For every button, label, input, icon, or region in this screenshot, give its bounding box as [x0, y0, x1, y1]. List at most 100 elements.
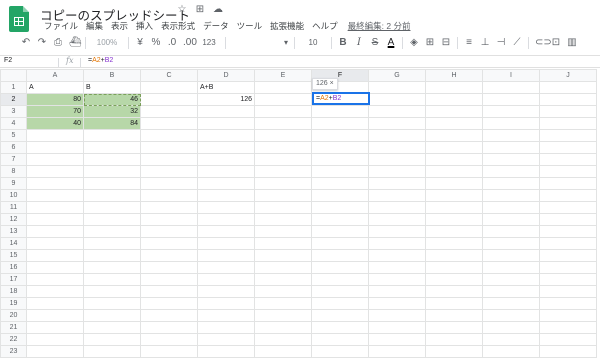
- cell-j12[interactable]: [539, 213, 597, 226]
- row-header[interactable]: 18: [0, 285, 27, 298]
- cell-d16[interactable]: [197, 261, 255, 274]
- cell-j18[interactable]: [539, 285, 597, 298]
- cell-i10[interactable]: [482, 189, 540, 202]
- cell-i8[interactable]: [482, 165, 540, 178]
- cell-a17[interactable]: [26, 273, 84, 286]
- cell-c2[interactable]: [140, 93, 198, 106]
- cell-f21[interactable]: [311, 321, 369, 334]
- cell-e17[interactable]: [254, 273, 312, 286]
- cell-g3[interactable]: [368, 105, 426, 118]
- cell-i1[interactable]: [482, 81, 540, 94]
- italic-button[interactable]: I: [351, 36, 367, 50]
- cell-d2[interactable]: 126: [197, 93, 255, 106]
- cell-c21[interactable]: [140, 321, 198, 334]
- cell-f9[interactable]: [311, 177, 369, 190]
- cell-a5[interactable]: [26, 129, 84, 142]
- cell-c5[interactable]: [140, 129, 198, 142]
- cell-g4[interactable]: [368, 117, 426, 130]
- cell-b8[interactable]: [83, 165, 141, 178]
- cell-c18[interactable]: [140, 285, 198, 298]
- cell-b23[interactable]: [83, 345, 141, 358]
- cell-e14[interactable]: [254, 237, 312, 250]
- cell-b11[interactable]: [83, 201, 141, 214]
- cell-f5[interactable]: [311, 129, 369, 142]
- cell-g18[interactable]: [368, 285, 426, 298]
- cell-i19[interactable]: [482, 297, 540, 310]
- cell-h5[interactable]: [425, 129, 483, 142]
- cell-b3[interactable]: 32: [83, 105, 141, 118]
- cell-b5[interactable]: [83, 129, 141, 142]
- cell-b21[interactable]: [83, 321, 141, 334]
- cell-d14[interactable]: [197, 237, 255, 250]
- cell-f3[interactable]: [311, 105, 369, 118]
- cell-i2[interactable]: [482, 93, 540, 106]
- cell-a9[interactable]: [26, 177, 84, 190]
- cell-a10[interactable]: [26, 189, 84, 202]
- cell-i5[interactable]: [482, 129, 540, 142]
- cell-b4[interactable]: 84: [83, 117, 141, 130]
- cell-d19[interactable]: [197, 297, 255, 310]
- cell-a6[interactable]: [26, 141, 84, 154]
- name-box[interactable]: F2: [4, 57, 44, 64]
- row-header[interactable]: 8: [0, 165, 27, 178]
- cell-b16[interactable]: [83, 261, 141, 274]
- last-edit-link[interactable]: 最終編集: 2 分前: [342, 20, 415, 32]
- percent-format-button[interactable]: %: [148, 36, 164, 50]
- formula-input[interactable]: =A2+B2: [88, 57, 113, 64]
- cell-j2[interactable]: [539, 93, 597, 106]
- cell-h18[interactable]: [425, 285, 483, 298]
- cell-b22[interactable]: [83, 333, 141, 346]
- cell-a20[interactable]: [26, 309, 84, 322]
- cell-e7[interactable]: [254, 153, 312, 166]
- cell-a4[interactable]: 40: [26, 117, 84, 130]
- select-all-corner[interactable]: [0, 69, 27, 82]
- borders-icon[interactable]: ⊞: [422, 36, 438, 50]
- menu-help[interactable]: ヘルプ: [308, 20, 342, 32]
- cell-e19[interactable]: [254, 297, 312, 310]
- cell-c4[interactable]: [140, 117, 198, 130]
- fill-color-icon[interactable]: ◈: [406, 36, 422, 50]
- cell-f8[interactable]: [311, 165, 369, 178]
- cell-g8[interactable]: [368, 165, 426, 178]
- row-header[interactable]: 4: [0, 117, 27, 130]
- cell-h13[interactable]: [425, 225, 483, 238]
- cell-g13[interactable]: [368, 225, 426, 238]
- cell-d1[interactable]: A+B: [197, 81, 255, 94]
- cell-b9[interactable]: [83, 177, 141, 190]
- cell-h9[interactable]: [425, 177, 483, 190]
- cell-d12[interactable]: [197, 213, 255, 226]
- cell-j10[interactable]: [539, 189, 597, 202]
- strikethrough-button[interactable]: S: [367, 36, 383, 50]
- cell-c13[interactable]: [140, 225, 198, 238]
- cell-a23[interactable]: [26, 345, 84, 358]
- column-header[interactable]: E: [254, 69, 312, 82]
- row-header[interactable]: 5: [0, 129, 27, 142]
- insert-comment-icon[interactable]: ⊡: [548, 36, 564, 50]
- menu-edit[interactable]: 編集: [82, 20, 107, 32]
- cell-e3[interactable]: [254, 105, 312, 118]
- cell-c16[interactable]: [140, 261, 198, 274]
- cell-g15[interactable]: [368, 249, 426, 262]
- currency-format-button[interactable]: ¥: [132, 36, 148, 50]
- cell-f16[interactable]: [311, 261, 369, 274]
- cell-h23[interactable]: [425, 345, 483, 358]
- cell-f6[interactable]: [311, 141, 369, 154]
- cell-f20[interactable]: [311, 309, 369, 322]
- row-header[interactable]: 6: [0, 141, 27, 154]
- row-header[interactable]: 17: [0, 273, 27, 286]
- cell-g5[interactable]: [368, 129, 426, 142]
- column-header[interactable]: G: [368, 69, 426, 82]
- zoom-select[interactable]: 100%: [89, 36, 125, 50]
- cell-d10[interactable]: [197, 189, 255, 202]
- cell-h22[interactable]: [425, 333, 483, 346]
- cell-h1[interactable]: [425, 81, 483, 94]
- cell-g22[interactable]: [368, 333, 426, 346]
- cell-a21[interactable]: [26, 321, 84, 334]
- cell-c23[interactable]: [140, 345, 198, 358]
- row-header[interactable]: 21: [0, 321, 27, 334]
- cell-g20[interactable]: [368, 309, 426, 322]
- row-header[interactable]: 7: [0, 153, 27, 166]
- cell-i4[interactable]: [482, 117, 540, 130]
- cell-f22[interactable]: [311, 333, 369, 346]
- cell-d17[interactable]: [197, 273, 255, 286]
